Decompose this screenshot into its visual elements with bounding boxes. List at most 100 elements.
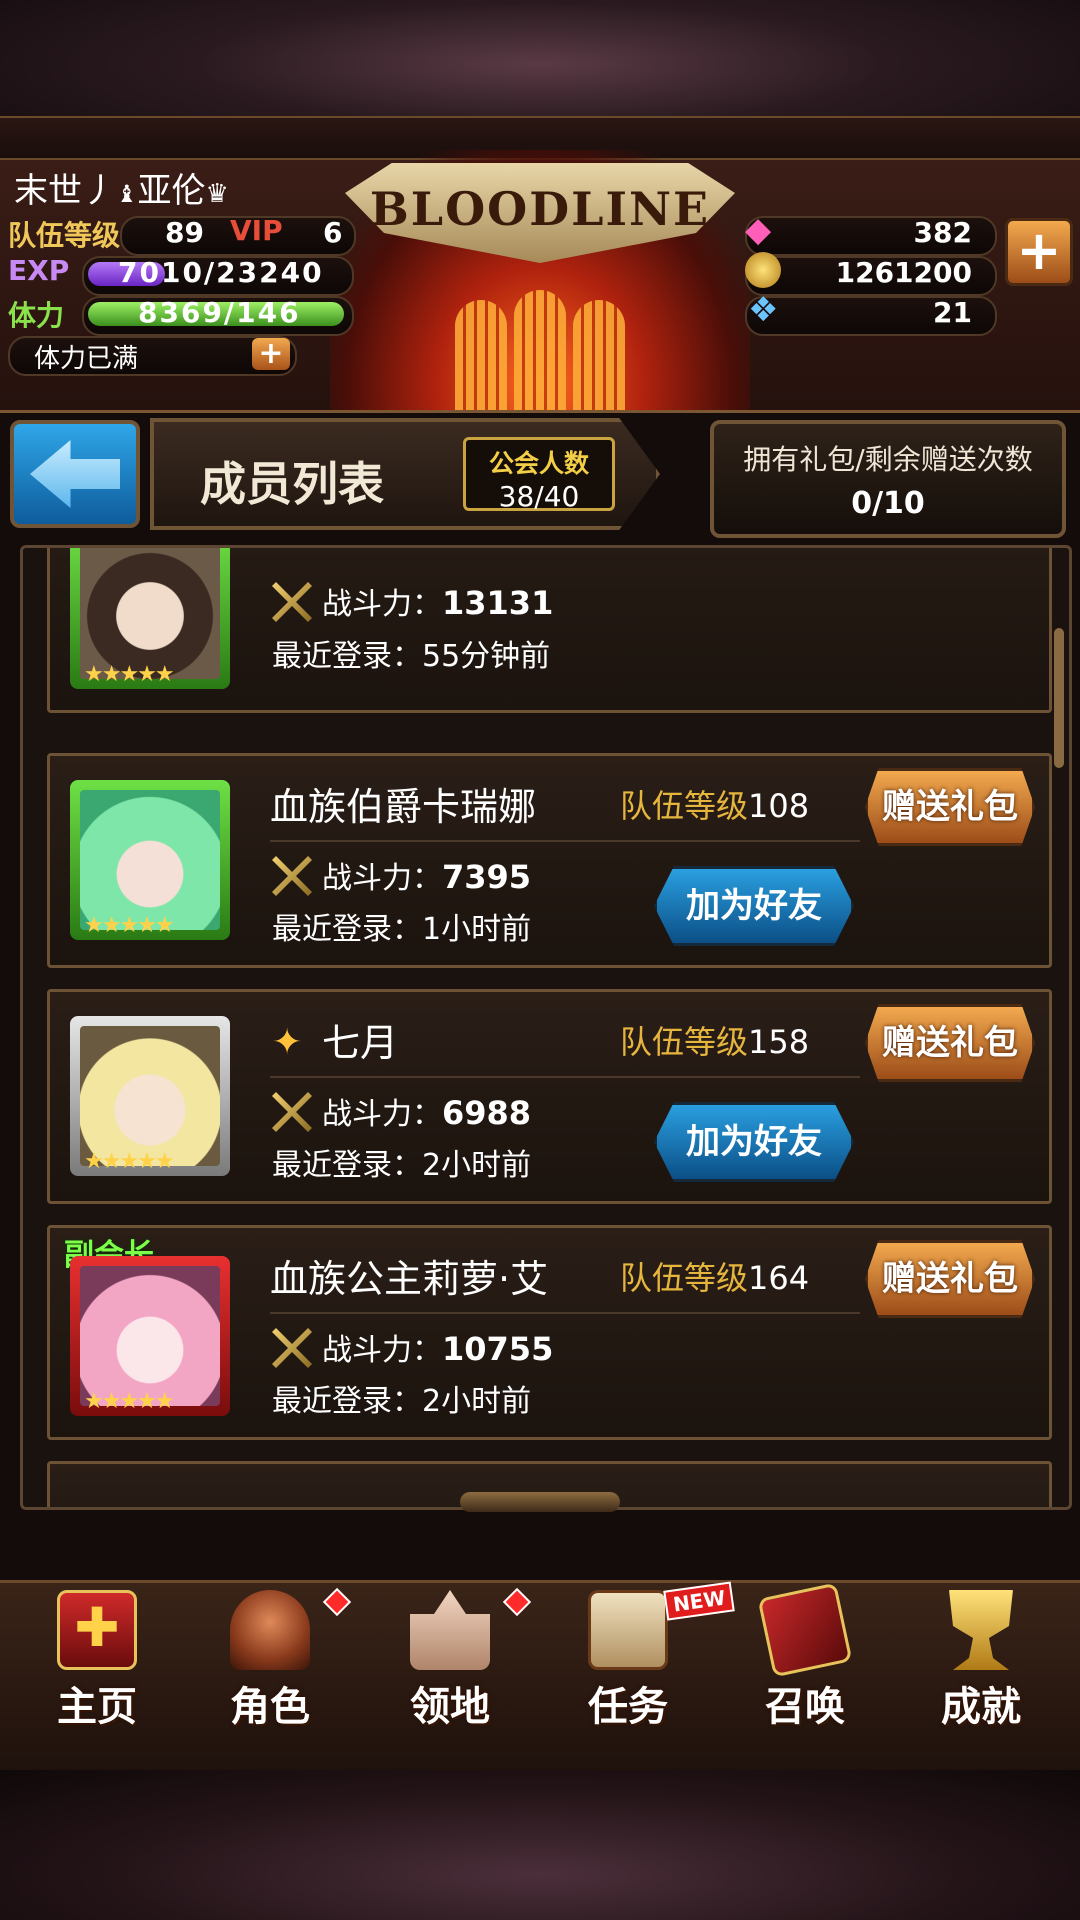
exp-value: 7010/23240 <box>118 256 324 289</box>
buy-currency-button[interactable]: + <box>1005 218 1073 286</box>
nav-territory-label: 领地 <box>410 1684 490 1730</box>
member-card[interactable]: ★★★★★ 战斗力：13131 最近登录：55分钟前 <box>47 548 1052 713</box>
stamina-status: 体力已满 <box>34 344 139 374</box>
member-name: 七月 <box>322 1021 399 1065</box>
gold-value: 1261200 <box>835 256 972 289</box>
guild-count-box: 公会人数 38/40 <box>463 437 615 513</box>
list-scrollbar[interactable] <box>1054 628 1064 768</box>
crystal-value: 21 <box>933 296 972 329</box>
member-avatar[interactable]: ★★★★★ <box>70 548 230 689</box>
nav-achievement[interactable]: 成就 <box>896 1590 1066 1730</box>
add-friend-button[interactable]: 加为好友 <box>654 1102 854 1182</box>
vip-label: VIP <box>230 214 283 247</box>
card-divider <box>270 1312 860 1314</box>
guild-count-value: 38/40 <box>498 480 580 513</box>
nav-achievement-label: 成就 <box>941 1684 1021 1730</box>
member-list[interactable]: ★★★★★ 战斗力：13131 最近登录：55分钟前 ★★★★★ 血族伯爵卡瑞娜… <box>20 545 1072 1510</box>
rarity-stars: ★★★★★ <box>84 913 175 938</box>
top-ornament-background <box>0 0 1080 160</box>
summon-cards-icon <box>757 1582 853 1678</box>
player-name-part1: 末世丿 <box>14 171 116 211</box>
power-value: 13131 <box>442 584 554 622</box>
notification-dot <box>502 1587 532 1617</box>
last-login: 最近登录：2小时前 <box>272 1384 532 1419</box>
player-name-part2: 亚伦 <box>137 171 206 211</box>
power-value: 6988 <box>442 1094 532 1132</box>
member-avatar[interactable]: ★★★★★ <box>70 1256 230 1416</box>
chess-bishop-icon: ♝ <box>116 180 138 208</box>
game-logo: BLOODLINE <box>369 182 711 236</box>
gem-icon: ◆ <box>745 210 772 250</box>
add-stamina-button[interactable]: + <box>252 338 290 370</box>
power-value: 7395 <box>442 858 532 896</box>
last-login: 最近登录：1小时前 <box>272 912 532 947</box>
swords-icon <box>272 856 312 896</box>
member-card[interactable]: 副会长 ★★★★★ 血族公主莉萝·艾 队伍等级164 战斗力：10755 最近登… <box>47 1225 1052 1440</box>
bottom-ornament-background <box>0 1770 1080 1920</box>
gift-info-label: 拥有礼包/剩余赠送次数 <box>743 443 1033 476</box>
stained-window-right <box>573 300 625 410</box>
exp-label: EXP <box>8 254 70 287</box>
card-divider <box>270 1076 860 1078</box>
gems-value: 382 <box>913 216 972 249</box>
castle-icon <box>410 1590 490 1670</box>
gold-coin-icon <box>745 252 781 288</box>
book-quill-icon <box>588 1590 668 1670</box>
list-bottom-ornament <box>460 1492 620 1512</box>
send-gift-button[interactable]: 赠送礼包 <box>865 1004 1035 1082</box>
crown-icon: ♛ <box>205 179 229 209</box>
nav-character-label: 角色 <box>230 1684 310 1730</box>
send-gift-button[interactable]: 赠送礼包 <box>865 1240 1035 1318</box>
nav-home-label: 主页 <box>57 1684 137 1730</box>
send-gift-button[interactable]: 赠送礼包 <box>865 768 1035 846</box>
card-divider <box>270 840 860 842</box>
nav-summon-label: 召唤 <box>765 1684 845 1730</box>
rarity-stars: ★★★★★ <box>84 1149 175 1174</box>
stamina-label: 体力 <box>8 299 65 332</box>
stamina-value: 8369/146 <box>138 296 301 329</box>
member-level: 队伍等级158 <box>620 1023 810 1061</box>
nav-quest-label: 任务 <box>588 1684 668 1730</box>
team-level-label: 队伍等级 <box>8 219 121 252</box>
page-title: 成员列表 <box>200 457 384 511</box>
nav-summon[interactable]: 召唤 <box>720 1582 890 1730</box>
power-text: 战斗力：13131 <box>322 584 554 622</box>
swords-icon <box>272 1092 312 1132</box>
hooded-character-icon <box>230 1590 310 1670</box>
trophy-icon <box>949 1590 1013 1670</box>
add-friend-button[interactable]: 加为好友 <box>654 866 854 946</box>
member-name: 血族公主莉萝·艾 <box>270 1257 549 1301</box>
rarity-stars: ★★★★★ <box>84 1389 175 1414</box>
sparkle-icon: ✦ <box>272 1022 303 1063</box>
member-level: 队伍等级108 <box>620 787 810 825</box>
stained-window-left <box>455 300 507 410</box>
gift-info-value: 0/10 <box>851 486 925 521</box>
last-login: 最近登录：55分钟前 <box>272 639 551 674</box>
rarity-stars: ★★★★★ <box>84 662 175 687</box>
stained-window-center <box>514 290 566 410</box>
gift-info-panel: 拥有礼包/剩余赠送次数 0/10 <box>710 420 1066 538</box>
last-login: 最近登录：2小时前 <box>272 1148 532 1183</box>
power-value: 10755 <box>442 1330 554 1368</box>
player-name[interactable]: 末世丿♝亚伦♛ <box>14 163 229 212</box>
member-card[interactable]: ★★★★★ ✦ 七月 队伍等级158 战斗力：6988 最近登录：2小时前 赠送… <box>47 989 1052 1204</box>
member-card[interactable]: ★★★★★ 血族伯爵卡瑞娜 队伍等级108 战斗力：7395 最近登录：1小时前… <box>47 753 1052 968</box>
nav-character[interactable]: 角色 <box>185 1587 355 1730</box>
shield-cross-icon: ✚ <box>57 1590 137 1670</box>
swords-icon <box>272 1328 312 1368</box>
member-avatar[interactable]: ★★★★★ <box>70 1016 230 1176</box>
member-avatar[interactable]: ★★★★★ <box>70 780 230 940</box>
member-name: 血族伯爵卡瑞娜 <box>270 785 537 829</box>
nav-quest[interactable]: NEW 任务 <box>543 1581 736 1730</box>
vip-value: 6 <box>323 216 343 249</box>
power-text: 战斗力：7395 <box>322 858 532 896</box>
notification-dot <box>322 1587 352 1617</box>
nav-territory[interactable]: 领地 <box>365 1587 535 1730</box>
swords-icon <box>272 582 312 622</box>
team-level-value: 89 <box>165 216 204 249</box>
member-level: 队伍等级164 <box>620 1259 810 1297</box>
guild-count-label: 公会人数 <box>488 449 589 478</box>
power-text: 战斗力：10755 <box>322 1330 554 1368</box>
nav-home[interactable]: ✚ 主页 <box>12 1590 182 1730</box>
crystal-icon: ❖ <box>748 290 779 330</box>
